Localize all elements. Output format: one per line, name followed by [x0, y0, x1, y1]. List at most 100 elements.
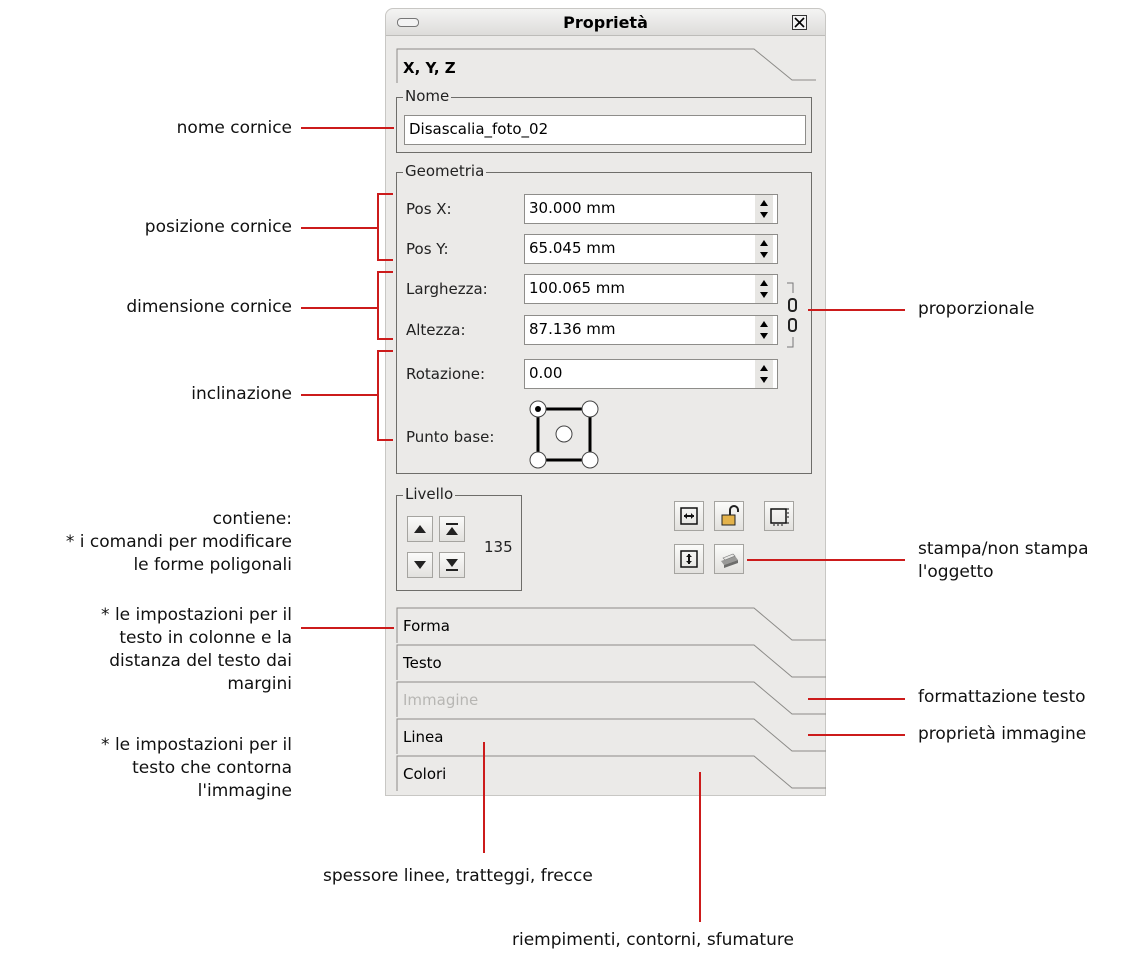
- tab-testo-label: Testo: [403, 654, 442, 672]
- lower-button[interactable]: [407, 552, 433, 578]
- annotation-line: [301, 127, 394, 129]
- lower-to-bottom-button[interactable]: [439, 552, 465, 578]
- tab-shape: [396, 755, 826, 791]
- pos-y-label: Pos Y:: [406, 240, 449, 258]
- pos-x-field[interactable]: 30.000 mm: [524, 194, 778, 224]
- print-toggle-button[interactable]: [714, 544, 744, 574]
- printer-icon: [721, 553, 738, 568]
- name-field[interactable]: Disascalia_foto_02: [404, 115, 806, 145]
- rotazione-value: 0.00: [529, 364, 563, 382]
- tab-forma[interactable]: Forma: [396, 607, 826, 643]
- pos-x-label: Pos X:: [406, 200, 452, 218]
- annotation-dimensione: dimensione cornice: [126, 297, 292, 317]
- tab-immagine-label: Immagine: [403, 691, 479, 709]
- annotation-bracket: [377, 271, 393, 273]
- window-title: Proprietà: [563, 13, 648, 32]
- flip-horizontal-button[interactable]: [674, 501, 704, 531]
- annotation-testo-line2: testo in colonne e la: [119, 628, 292, 648]
- tab-shape: [396, 718, 826, 754]
- annotation-colori: riempimenti, contorni, sfumature: [512, 930, 794, 950]
- livello-legend: Livello: [403, 485, 456, 503]
- annotation-line: [747, 559, 905, 561]
- size-lock-icon: [770, 508, 789, 526]
- arrow-down-icon: [414, 561, 426, 569]
- annotation-line: [808, 309, 905, 311]
- annotation-stampa: stampa/non stampa l'oggetto: [918, 538, 1089, 584]
- annotation-proporzionale: proporzionale: [918, 299, 1035, 319]
- annotation-forma-line3: le forme poligonali: [133, 555, 292, 575]
- geometria-legend: Geometria: [403, 162, 487, 180]
- annotation-posizione: posizione cornice: [144, 217, 292, 237]
- altezza-label: Altezza:: [406, 321, 466, 339]
- pos-y-field[interactable]: 65.045 mm: [524, 234, 778, 264]
- annotation-line: [699, 772, 701, 922]
- tab-forma-label: Forma: [403, 617, 450, 635]
- annotation-formattazione: formattazione testo: [918, 687, 1086, 707]
- rotazione-spinner[interactable]: [755, 360, 773, 388]
- altezza-spinner[interactable]: [755, 316, 773, 344]
- annotation-bracket: [377, 193, 393, 195]
- altezza-field[interactable]: 87.136 mm: [524, 315, 778, 345]
- geometria-group: Geometria Pos X: 30.000 mm Pos Y: 65.045…: [396, 162, 812, 474]
- annotation-line: [808, 734, 905, 736]
- larghezza-label: Larghezza:: [406, 280, 488, 298]
- raise-to-top-button[interactable]: [439, 516, 465, 542]
- tab-shape: [396, 644, 826, 680]
- larghezza-field[interactable]: 100.065 mm: [524, 274, 778, 304]
- pos-x-value: 30.000 mm: [529, 199, 616, 217]
- lock-button[interactable]: [714, 501, 744, 531]
- annotation-immagine-line1: * le impostazioni per il: [101, 735, 292, 755]
- annotation-testo-line1: * le impostazioni per il: [101, 605, 292, 625]
- pos-y-spinner[interactable]: [755, 235, 773, 263]
- annotation-testo-line4: margini: [227, 674, 292, 694]
- larghezza-value: 100.065 mm: [529, 279, 626, 297]
- rotazione-field[interactable]: 0.00: [524, 359, 778, 389]
- arrow-up-icon: [414, 525, 426, 533]
- annotation-testo-line3: distanza del testo dai: [109, 651, 292, 671]
- annotation-inclinazione: inclinazione: [191, 384, 292, 404]
- annotation-forma-line1: contiene:: [212, 509, 292, 529]
- tab-linea[interactable]: Linea: [396, 718, 826, 754]
- lock-open-icon: [721, 505, 739, 526]
- pos-y-value: 65.045 mm: [529, 239, 616, 257]
- livello-group: Livello 135: [396, 485, 522, 591]
- annotation-line: [301, 227, 378, 229]
- annotation-immagine-line3: l'immagine: [197, 781, 292, 801]
- punto-base-label: Punto base:: [406, 428, 495, 446]
- chain-link-icon[interactable]: [783, 281, 801, 351]
- annotation-forma: contiene: * i comandi per modificare le …: [66, 508, 292, 577]
- annotation-stampa-line2: l'oggetto: [918, 562, 994, 582]
- tab-testo[interactable]: Testo: [396, 644, 826, 680]
- close-button[interactable]: [792, 15, 807, 30]
- tab-xyz[interactable]: X, Y, Z: [396, 45, 816, 83]
- tab-colori[interactable]: Colori: [396, 755, 826, 791]
- annotation-bracket: [377, 193, 379, 261]
- annotation-line: [301, 394, 378, 396]
- annotation-forma-line2: * i comandi per modificare: [65, 532, 292, 552]
- flip-vertical-icon: [680, 550, 698, 568]
- tab-shape: [396, 607, 826, 643]
- arrow-bottom-icon: [446, 559, 458, 571]
- annotation-proprieta-immagine: proprietà immagine: [918, 724, 1087, 744]
- nome-group: Nome Disascalia_foto_02: [396, 87, 812, 153]
- annotation-bracket: [377, 338, 393, 340]
- altezza-value: 87.136 mm: [529, 320, 616, 338]
- tab-immagine[interactable]: Immagine: [396, 681, 826, 717]
- flip-vertical-button[interactable]: [674, 544, 704, 574]
- larghezza-spinner[interactable]: [755, 275, 773, 303]
- title-bar[interactable]: Proprietà: [386, 9, 825, 36]
- annotation-bracket: [377, 259, 393, 261]
- annotation-bracket: [377, 350, 393, 352]
- annotation-immagine: * le impostazioni per il testo che conto…: [101, 734, 292, 803]
- annotation-line: [301, 307, 378, 309]
- annotation-bracket: [377, 439, 393, 441]
- annotation-nome-cornice: nome cornice: [176, 118, 292, 138]
- raise-button[interactable]: [407, 516, 433, 542]
- pos-x-spinner[interactable]: [755, 195, 773, 223]
- size-lock-button[interactable]: [764, 501, 794, 531]
- tab-colori-label: Colori: [403, 765, 447, 783]
- basepoint-selector[interactable]: [523, 397, 603, 473]
- annotation-testo: * le impostazioni per il testo in colonn…: [101, 604, 292, 696]
- rotazione-label: Rotazione:: [406, 365, 486, 383]
- level-value: 135: [484, 538, 513, 556]
